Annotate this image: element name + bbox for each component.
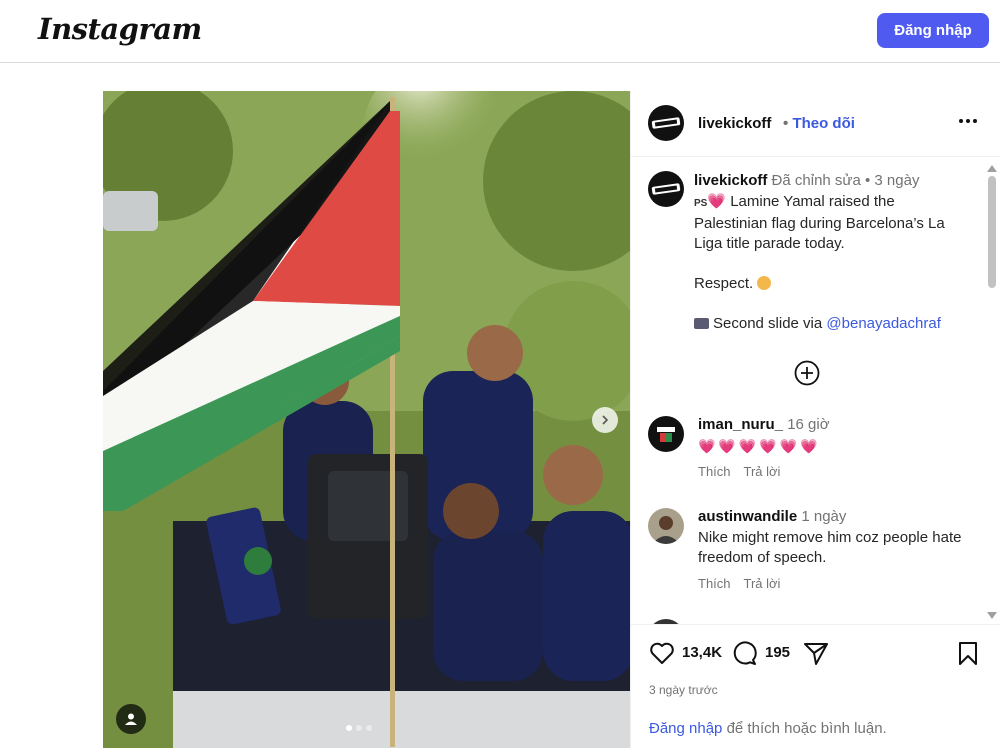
caption-avatar[interactable] (648, 171, 684, 207)
camera-emoji-icon (694, 318, 709, 329)
scroll-down-arrow-icon[interactable] (987, 612, 997, 619)
comment-header: iman_nuru_ 16 giờ (698, 416, 830, 433)
follow-button[interactable]: • Theo dõi (783, 115, 855, 132)
comments-count: 195 (765, 644, 791, 661)
login-prompt: Đăng nhập để thích hoặc bình luận. (649, 720, 887, 737)
author-avatar[interactable] (648, 105, 684, 141)
caption-line: Second slide via @benayadachraf (694, 314, 964, 334)
caption-line3: Second slide via (713, 315, 823, 332)
comment-avatar[interactable] (648, 416, 684, 452)
more-horizontal-icon (959, 119, 963, 123)
caption-line2: Respect. (694, 275, 754, 292)
livekickoff-logo-icon (651, 117, 681, 129)
post-actions: 13,4K 195 3 ngày trước Đăng nhập để thíc… (631, 624, 1000, 748)
caption-header: livekickoff Đã chỉnh sửa • 3 ngày (694, 172, 919, 189)
ps-label: PS (694, 198, 708, 209)
caption-separator: • (864, 172, 871, 189)
comment-text: 💗💗💗💗💗💗 (698, 438, 821, 454)
follow-label: Theo dõi (792, 115, 855, 132)
instagram-logo[interactable]: Instagram (38, 12, 202, 46)
face-emoji-icon (757, 276, 772, 290)
comments-section[interactable]: livekickoff Đã chỉnh sửa • 3 ngày PS💗 La… (631, 158, 1000, 624)
author-username[interactable]: livekickoff (698, 115, 771, 132)
login-prompt-text: để thích hoặc bình luận. (726, 720, 887, 737)
post-media[interactable] (103, 91, 630, 748)
austinwandile-avatar-icon (652, 516, 680, 544)
more-options-button[interactable] (957, 111, 979, 131)
comment-time[interactable]: 16 giờ (787, 416, 829, 433)
comment-username[interactable]: austinwandile (698, 508, 797, 525)
comment-text: Nike might remove him coz people hate fr… (698, 529, 962, 566)
comments-scrollbar[interactable] (983, 158, 999, 624)
carousel-dot (366, 725, 372, 731)
scroll-up-arrow-icon[interactable] (987, 165, 997, 172)
comment-actions: Thích Trả lời (698, 576, 780, 591)
comment-avatar[interactable] (648, 508, 684, 544)
post-photo (103, 91, 630, 748)
comment-icon[interactable] (731, 639, 759, 667)
heart-emoji: 💗 (707, 193, 727, 210)
caption-line: PS💗 Lamine Yamal raised the Palestinian … (694, 192, 964, 254)
carousel-dot (346, 725, 352, 731)
scroll-thumb[interactable] (988, 176, 996, 288)
like-comment-button[interactable]: Thích (698, 576, 731, 591)
login-link[interactable]: Đăng nhập (649, 720, 722, 737)
bookmark-icon[interactable] (954, 639, 982, 667)
top-bar: Instagram Đăng nhập (0, 0, 1000, 63)
login-button[interactable]: Đăng nhập (877, 13, 989, 48)
carousel-dot (356, 725, 362, 731)
caption-time[interactable]: 3 ngày (874, 172, 919, 189)
livekickoff-logo-icon (651, 183, 681, 195)
next-slide-button[interactable] (592, 407, 618, 433)
comment-header: austinwandile 1 ngày (698, 508, 846, 525)
user-tag-icon (125, 713, 137, 725)
user-tag-button[interactable] (116, 704, 146, 734)
comment-time[interactable]: 1 ngày (801, 508, 846, 525)
iman-nuru-avatar-icon (657, 427, 675, 442)
caption-text: PS💗 Lamine Yamal raised the Palestinian … (694, 192, 964, 334)
edited-label: Đã chỉnh sửa (771, 172, 861, 189)
mention-link[interactable]: @benayadachraf (826, 315, 940, 332)
like-comment-button[interactable]: Thích (698, 464, 731, 479)
reply-button[interactable]: Trả lời (744, 464, 781, 479)
chevron-right-icon (602, 415, 609, 425)
caption-username[interactable]: livekickoff (694, 172, 767, 189)
comment-username[interactable]: iman_nuru_ (698, 416, 783, 433)
caption-line1: Lamine Yamal raised the Palestinian flag… (694, 193, 945, 252)
comment-actions: Thích Trả lời (698, 464, 780, 479)
reply-button[interactable]: Trả lời (744, 576, 781, 591)
share-icon[interactable] (802, 639, 830, 667)
header-separator: • (783, 115, 789, 132)
post-side-panel: livekickoff • Theo dõi livekickoff Đã ch… (630, 91, 1000, 748)
carousel-indicator (346, 725, 372, 731)
caption-line: Respect. (694, 274, 964, 294)
heart-icon[interactable] (648, 639, 676, 667)
post-timestamp[interactable]: 3 ngày trước (649, 683, 718, 697)
likes-count: 13,4K (682, 644, 723, 661)
plus-circle-icon[interactable] (794, 360, 820, 386)
post-header: livekickoff • Theo dõi (631, 91, 1000, 157)
